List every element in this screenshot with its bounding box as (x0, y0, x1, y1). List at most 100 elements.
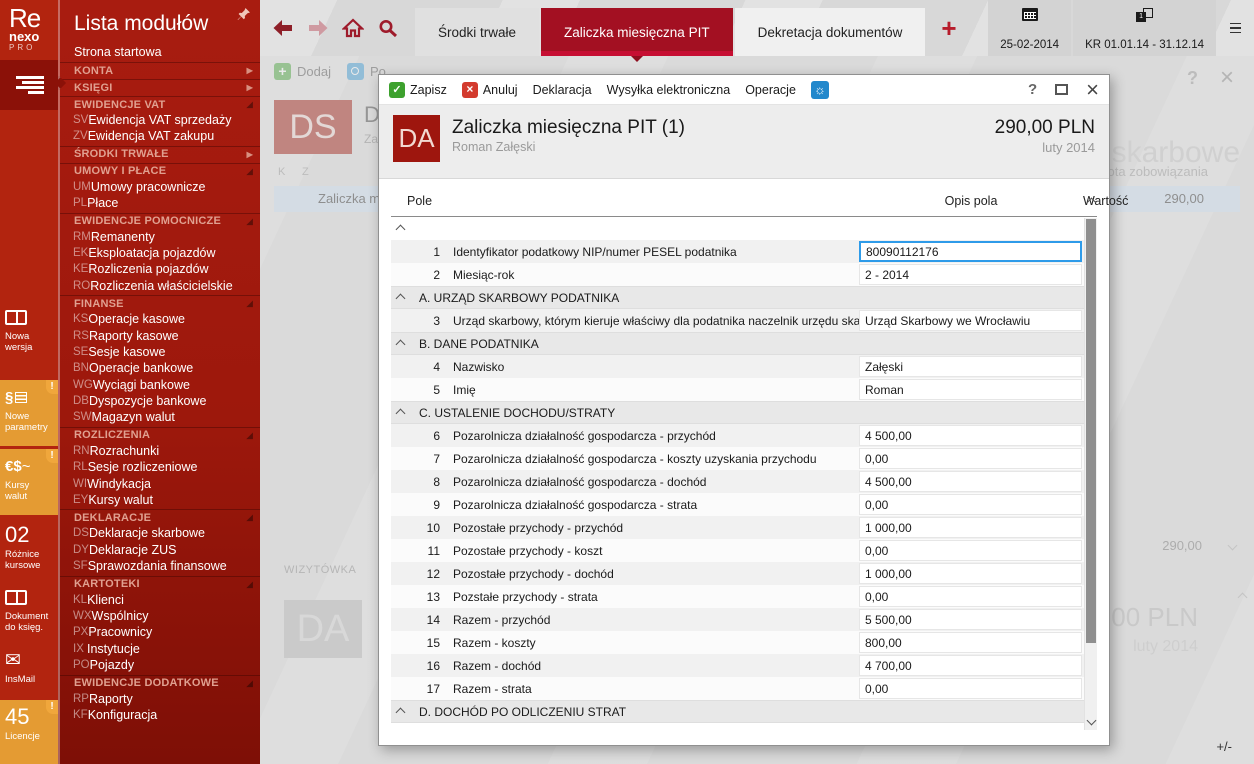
modules-menu-button[interactable] (0, 60, 58, 110)
sidebar-category-konta[interactable]: KONTA▶ (60, 62, 260, 78)
sidebar-module-rozliczenia-właścicielskie[interactable]: RORozliczenia właścicielskie (60, 278, 260, 294)
maximize-icon[interactable] (1055, 84, 1068, 95)
sidebar-module-sprawozdania-finansowe[interactable]: SFSprawozdania finansowe (60, 558, 260, 574)
sidebar-category-ewidencje-dodatkowe[interactable]: EWIDENCJE DODATKOWE◢ (60, 675, 260, 691)
sidebar-module-eksploatacja-pojazdów[interactable]: EKEksploatacja pojazdów (60, 245, 260, 261)
sidebar-module-płace[interactable]: PLPłace (60, 195, 260, 211)
field-value-11[interactable]: 0,00 (859, 540, 1082, 561)
sidebar-module-ewidencja-vat-sprzedaży[interactable]: SVEwidencja VAT sprzedaży (60, 112, 260, 128)
toolbar-menu-operacje[interactable]: Operacje (745, 83, 796, 97)
toolbar-menu-deklaracja[interactable]: Deklaracja (533, 83, 592, 97)
sidebar-module-sesje-kasowe[interactable]: SESesje kasowe (60, 344, 260, 360)
field-row-1[interactable]: 1Identyfikator podatkowy NIP/numer PESEL… (391, 240, 1097, 263)
sidebar-category-księgi[interactable]: KSIĘGI▶ (60, 79, 260, 95)
section-row-d-dochód-po-odliczeniu-strat[interactable]: D. DOCHÓD PO ODLICZENIU STRAT (391, 700, 1097, 723)
pin-icon[interactable] (237, 7, 251, 21)
field-value-3[interactable]: Urząd Skarbowy we Wrocławiu (859, 310, 1082, 331)
sidebar-item-strona-startowa[interactable]: Strona startowa (60, 44, 260, 61)
rail-item-nowe-parametry[interactable]: §Nowe parametry! (0, 380, 58, 446)
field-value-17[interactable]: 0,00 (859, 678, 1082, 699)
collapse-row[interactable] (391, 217, 1097, 240)
field-row-7[interactable]: 7Pozarolnicza działalność gospodarcza - … (391, 447, 1097, 470)
table-scrollbar[interactable] (1084, 218, 1097, 730)
sidebar-category-umowy-i-płace[interactable]: UMOWY I PŁACE◢ (60, 163, 260, 179)
sidebar-module-sesje-rozliczeniowe[interactable]: RLSesje rozliczeniowe (60, 459, 260, 475)
new-tab-button[interactable]: + (941, 17, 956, 39)
field-row-3[interactable]: 3Urząd skarbowy, którym kieruje właściwy… (391, 309, 1097, 332)
sidebar-module-pojazdy[interactable]: POPojazdy (60, 657, 260, 673)
gear-icon[interactable]: ☼ (811, 81, 829, 99)
cancel-button[interactable]: × Anuluj (462, 82, 518, 98)
sidebar-module-rozrachunki[interactable]: RNRozrachunki (60, 443, 260, 459)
sidebar-module-konfiguracja[interactable]: KFKonfiguracja (60, 707, 260, 723)
tab-środki-trwałe[interactable]: Środki trwałe (415, 8, 539, 56)
collapse-icon[interactable] (396, 224, 406, 234)
close-icon[interactable]: × (1086, 82, 1099, 98)
tab-dekretacja-dokumentów[interactable]: Dekretacja dokumentów (735, 8, 926, 56)
field-value-12[interactable]: 1 000,00 (859, 563, 1082, 584)
rail-item-dokument-do-księg[interactable]: Dokument do księg. (0, 580, 58, 642)
field-row-15[interactable]: 15Razem - koszty800,00 (391, 631, 1097, 654)
field-value-5[interactable]: Roman (859, 379, 1082, 400)
sidebar-module-raporty[interactable]: RPRaporty (60, 691, 260, 707)
field-row-17[interactable]: 17Razem - strata0,00 (391, 677, 1097, 700)
field-row-10[interactable]: 10Pozostałe przychody - przychód1 000,00 (391, 516, 1097, 539)
field-row-4[interactable]: 4NazwiskoZałęski (391, 355, 1097, 378)
sidebar-module-remanenty[interactable]: RMRemanenty (60, 229, 260, 245)
field-row-14[interactable]: 14Razem - przychód5 500,00 (391, 608, 1097, 631)
field-value-1[interactable]: 80090112176 (859, 241, 1082, 262)
sidebar-module-deklaracje-zus[interactable]: DYDeklaracje ZUS (60, 542, 260, 558)
sidebar-module-wyciągi-bankowe[interactable]: WGWyciągi bankowe (60, 377, 260, 393)
sidebar-module-rozliczenia-pojazdów[interactable]: KERozliczenia pojazdów (60, 261, 260, 277)
sidebar-module-klienci[interactable]: KLKlienci (60, 592, 260, 608)
field-value-15[interactable]: 800,00 (859, 632, 1082, 653)
collapse-icon[interactable] (396, 408, 406, 418)
sidebar-category-deklaracje[interactable]: DEKLARACJE◢ (60, 509, 260, 525)
field-row-8[interactable]: 8Pozarolnicza działalność gospodarcza - … (391, 470, 1097, 493)
field-value-7[interactable]: 0,00 (859, 448, 1082, 469)
field-value-9[interactable]: 0,00 (859, 494, 1082, 515)
collapse-icon[interactable] (396, 707, 406, 717)
field-value-16[interactable]: 4 700,00 (859, 655, 1082, 676)
field-row-16[interactable]: 16Razem - dochód4 700,00 (391, 654, 1097, 677)
search-button[interactable] (375, 16, 401, 40)
sidebar-module-dyspozycje-bankowe[interactable]: DBDyspozycje bankowe (60, 393, 260, 409)
collapse-icon[interactable] (396, 293, 406, 303)
rail-item-różnice-kursowe[interactable]: 02Różnice kursowe (0, 518, 58, 578)
field-value-6[interactable]: 4 500,00 (859, 425, 1082, 446)
scrollbar-thumb[interactable] (1086, 219, 1096, 643)
sidebar-module-wspólnicy[interactable]: WXWspólnicy (60, 608, 260, 624)
field-value-2[interactable]: 2 - 2014 (859, 264, 1082, 285)
sidebar-category-ewidencje-vat[interactable]: EWIDENCJE VAT◢ (60, 96, 260, 112)
rail-item-licencje[interactable]: 45Licencje! (0, 700, 58, 764)
toolbar-menu-wysyłka-elektroniczna[interactable]: Wysyłka elektroniczna (607, 83, 731, 97)
forward-button[interactable] (305, 16, 331, 40)
back-button[interactable] (270, 16, 296, 40)
sidebar-module-kursy-walut[interactable]: EYKursy walut (60, 492, 260, 508)
field-row-12[interactable]: 12Pozostałe przychody - dochód1 000,00 (391, 562, 1097, 585)
sidebar-category-środki-trwałe[interactable]: ŚRODKI TRWAŁE▶ (60, 146, 260, 162)
collapse-icon[interactable] (396, 339, 406, 349)
sidebar-category-ewidencje-pomocnicze[interactable]: EWIDENCJE POMOCNICZE◢ (60, 213, 260, 229)
sidebar-category-finanse[interactable]: FINANSE◢ (60, 295, 260, 311)
home-button[interactable] (340, 16, 366, 40)
sidebar-module-windykacja[interactable]: WIWindykacja (60, 476, 260, 492)
sidebar-module-operacje-kasowe[interactable]: KSOperacje kasowe (60, 311, 260, 327)
sidebar-module-pracownicy[interactable]: PXPracownicy (60, 624, 260, 640)
field-value-14[interactable]: 5 500,00 (859, 609, 1082, 630)
rail-item-nowa-wersja[interactable]: Nowa wersja (0, 300, 58, 360)
sidebar-category-rozliczenia[interactable]: ROZLICZENIA◢ (60, 427, 260, 443)
tab-zaliczka-miesięczna-pit[interactable]: Zaliczka miesięczna PIT (541, 8, 733, 56)
field-row-9[interactable]: 9Pozarolnicza działalność gospodarcza - … (391, 493, 1097, 516)
rail-item-kursy-walut[interactable]: €$~Kursy walut! (0, 449, 58, 515)
sidebar-module-deklaracje-skarbowe[interactable]: DSDeklaracje skarbowe (60, 525, 260, 541)
field-value-10[interactable]: 1 000,00 (859, 517, 1082, 538)
plus-minus-control[interactable]: +/- (1216, 739, 1232, 754)
rail-item-insmail[interactable]: ✉InsMail (0, 643, 58, 699)
period-button[interactable]: 1 KR 01.01.14 - 31.12.14 (1073, 0, 1216, 56)
current-date-button[interactable]: 25-02-2014 (988, 0, 1071, 56)
section-row-c-ustalenie-dochodu-straty[interactable]: C. USTALENIE DOCHODU/STRATY (391, 401, 1097, 424)
section-row-a-urząd-skarbowy-podatnika[interactable]: A. URZĄD SKARBOWY PODATNIKA (391, 286, 1097, 309)
sidebar-category-kartoteki[interactable]: KARTOTEKI◢ (60, 576, 260, 592)
field-row-11[interactable]: 11Pozostałe przychody - koszt0,00 (391, 539, 1097, 562)
